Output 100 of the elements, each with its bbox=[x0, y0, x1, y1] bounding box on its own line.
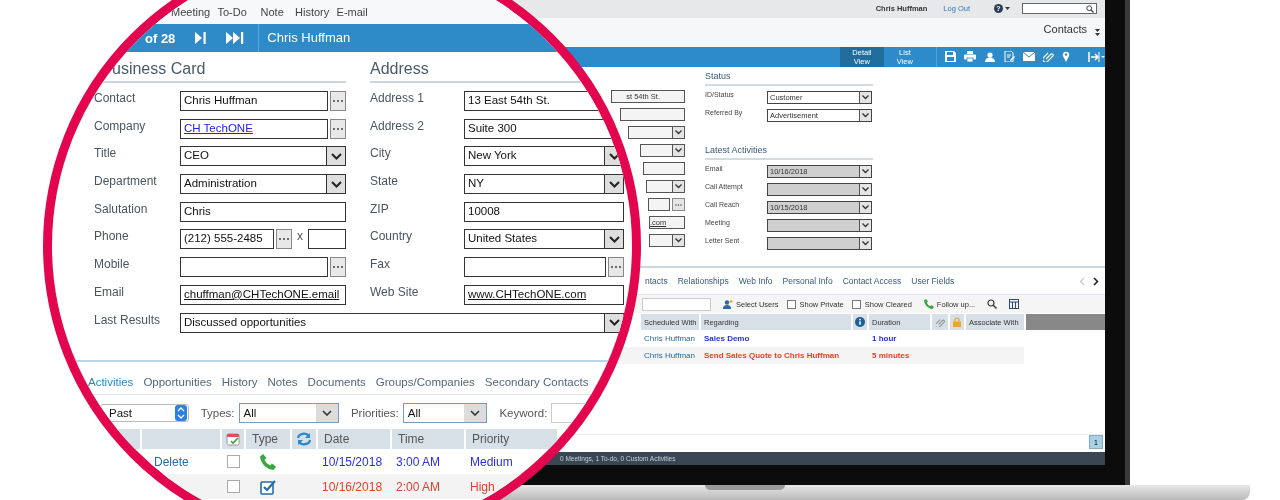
chevron-down-icon bbox=[470, 410, 481, 417]
tab[interactable]: Opportunities bbox=[143, 376, 212, 389]
collapse-icon[interactable] bbox=[1095, 28, 1100, 36]
dropdown-field[interactable]: Administration bbox=[180, 174, 346, 195]
field-label: Email bbox=[94, 284, 125, 299]
checked-task-icon bbox=[260, 478, 276, 495]
phone-icon bbox=[260, 453, 276, 470]
tab[interactable]: Documents bbox=[307, 376, 366, 389]
chevron-down-icon bbox=[675, 184, 682, 190]
dropdown-field[interactable]: Discussed opportunities bbox=[180, 312, 624, 333]
paperclip-icon[interactable] bbox=[1043, 51, 1054, 63]
toolbar-button[interactable]: To-Do bbox=[213, 6, 252, 18]
input-field[interactable] bbox=[464, 257, 606, 278]
checkbox[interactable] bbox=[786, 299, 796, 309]
phone-icon bbox=[923, 299, 934, 310]
input-field[interactable]: Chris bbox=[180, 201, 346, 222]
column-header[interactable] bbox=[292, 429, 316, 450]
input-field[interactable]: Chris Huffman bbox=[180, 91, 328, 111]
ellipsis-icon bbox=[675, 203, 682, 206]
tab[interactable]: ntacts bbox=[645, 276, 668, 287]
section-heading: Status bbox=[705, 68, 873, 86]
skip-last-icon[interactable] bbox=[226, 32, 245, 44]
input-field[interactable] bbox=[620, 108, 685, 122]
dropdown-field[interactable] bbox=[628, 126, 685, 140]
column-header[interactable] bbox=[222, 429, 244, 450]
record-counter: of 28 bbox=[145, 30, 176, 46]
tab[interactable]: User Fields bbox=[911, 276, 955, 287]
input-field[interactable]: 10008 bbox=[464, 201, 624, 222]
checkbox[interactable] bbox=[851, 299, 861, 309]
table-cell: Chris Huffman bbox=[644, 351, 695, 361]
document-icon[interactable] bbox=[1004, 51, 1015, 63]
checkbox[interactable] bbox=[226, 455, 240, 469]
lookup-button[interactable] bbox=[672, 198, 685, 212]
field-label: Mobile bbox=[94, 257, 131, 272]
toolbar-button[interactable]: Note bbox=[253, 6, 292, 18]
save-icon[interactable] bbox=[945, 51, 956, 63]
column-header[interactable]: Type bbox=[246, 429, 290, 450]
columns-icon[interactable] bbox=[1009, 299, 1020, 310]
input-field[interactable]: www.CHTechONE.com bbox=[464, 284, 624, 305]
input-field[interactable]: chuffman@CHTechONE.email bbox=[180, 284, 346, 305]
tab[interactable]: Contact Access bbox=[842, 276, 902, 287]
dropdown-field[interactable]: United States bbox=[464, 229, 624, 250]
chevron-down-icon bbox=[675, 148, 682, 154]
checkbox[interactable] bbox=[226, 480, 240, 494]
column-header[interactable]: Time bbox=[392, 429, 464, 450]
search-field[interactable] bbox=[1022, 3, 1097, 15]
input-field[interactable]: (212) 555-2485 bbox=[180, 229, 274, 250]
column-header[interactable]: Priority bbox=[466, 429, 557, 450]
field-label: Last Results bbox=[94, 312, 162, 327]
record-title: Chris Huffman bbox=[258, 24, 351, 52]
input-field[interactable] bbox=[180, 257, 328, 278]
exit-icon[interactable] bbox=[1088, 51, 1105, 62]
lookup-button[interactable] bbox=[276, 229, 292, 250]
mail-icon[interactable] bbox=[1023, 52, 1035, 62]
input-field[interactable] bbox=[648, 198, 670, 212]
tab[interactable]: Secondary Contacts bbox=[484, 376, 589, 389]
dropdown-field[interactable]: NY bbox=[464, 174, 624, 195]
lookup-button[interactable] bbox=[330, 118, 346, 139]
dropdown-field[interactable] bbox=[640, 144, 685, 158]
tab[interactable]: History bbox=[221, 376, 258, 389]
dropdown-field[interactable] bbox=[649, 234, 685, 248]
input-field[interactable]: CH TechONE bbox=[180, 118, 328, 139]
extension-label: x bbox=[297, 229, 303, 244]
column-header[interactable]: Date bbox=[318, 429, 390, 450]
toolbar-button[interactable]: History bbox=[293, 6, 332, 18]
input-field[interactable] bbox=[643, 162, 685, 176]
search-icon[interactable] bbox=[987, 299, 998, 310]
lookup-button[interactable] bbox=[608, 257, 624, 278]
tab[interactable]: Web Info bbox=[738, 276, 773, 287]
tab[interactable]: Groups/Companies bbox=[375, 376, 475, 389]
chevron-down-icon bbox=[862, 187, 869, 193]
dropdown-field[interactable] bbox=[646, 180, 685, 194]
chevron-down-icon bbox=[862, 241, 869, 247]
user-icon bbox=[723, 299, 733, 309]
lookup-button[interactable] bbox=[330, 91, 346, 111]
tab[interactable]: Notes bbox=[267, 376, 298, 389]
chevron-down-icon bbox=[862, 205, 869, 211]
tab[interactable]: Relationships bbox=[677, 276, 729, 287]
dropdown-field[interactable]: All bbox=[402, 403, 488, 424]
delete-link[interactable]: Delete bbox=[146, 454, 189, 469]
table-cell: 5 minutes bbox=[872, 351, 910, 361]
skip-next-icon[interactable] bbox=[195, 32, 207, 44]
toolbar-button[interactable]: E-mail bbox=[333, 6, 372, 18]
chevron-right-icon[interactable] bbox=[1093, 276, 1099, 286]
dropdown-field[interactable]: CEO bbox=[180, 146, 346, 167]
field-label: Contact bbox=[94, 91, 137, 105]
user-icon[interactable] bbox=[984, 51, 996, 62]
tab[interactable]: Activities bbox=[88, 376, 134, 389]
period-select[interactable]: Past bbox=[100, 404, 189, 423]
dropdown-field[interactable]: All bbox=[238, 403, 339, 424]
table-cell: 1 hour bbox=[872, 334, 897, 344]
caret-icon[interactable] bbox=[1005, 7, 1010, 11]
chevron-down-icon bbox=[675, 130, 682, 136]
toolbar-button[interactable]: Meeting bbox=[170, 6, 212, 18]
extension-field[interactable] bbox=[308, 229, 346, 250]
lookup-button[interactable] bbox=[330, 257, 346, 278]
print-icon[interactable] bbox=[964, 51, 976, 63]
tab[interactable]: Personal Info bbox=[782, 276, 833, 287]
map-pin-icon[interactable] bbox=[1062, 51, 1070, 63]
column-header[interactable] bbox=[853, 314, 867, 331]
